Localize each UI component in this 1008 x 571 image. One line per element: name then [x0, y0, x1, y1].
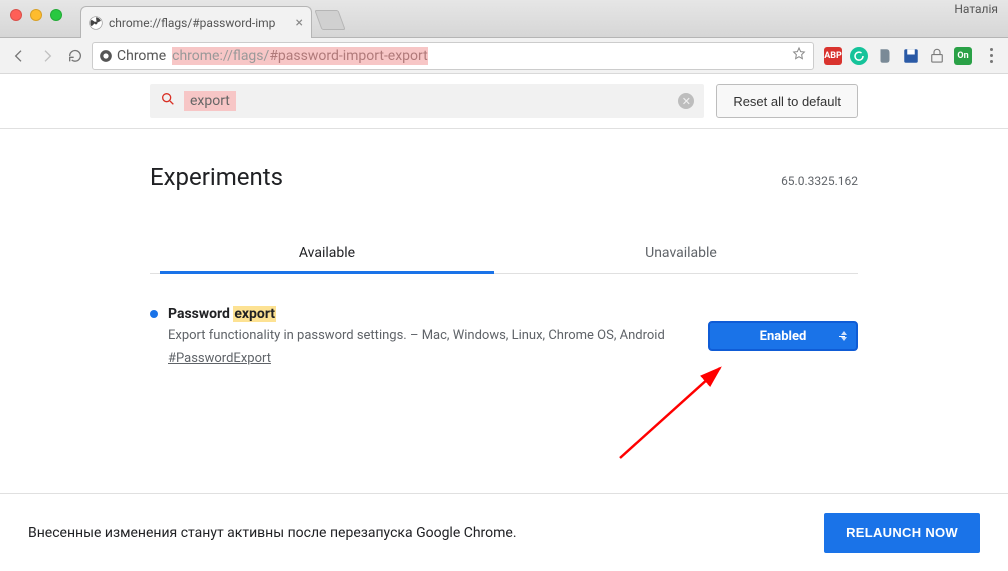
flags-main: Experiments 65.0.3325.162 Available Unav…	[0, 129, 1008, 366]
flag-title-prefix: Password	[168, 306, 233, 322]
search-value: export	[184, 91, 236, 111]
flag-hash-link[interactable]: #PasswordExport	[168, 351, 271, 366]
relaunch-bar: Внесенные изменения станут активны после…	[0, 493, 1008, 571]
radioactive-icon	[89, 16, 103, 30]
url-host: chrome://flags/	[172, 47, 269, 65]
forward-button[interactable]	[36, 45, 58, 67]
flag-title: Password export	[168, 306, 276, 322]
flag-state-value: Enabled	[760, 329, 807, 344]
flags-search-area: export ✕ Reset all to default	[0, 74, 1008, 129]
flags-search-input[interactable]: export ✕	[150, 84, 704, 118]
close-window-button[interactable]	[10, 9, 22, 21]
flag-item: Password export Export functionality in …	[150, 306, 858, 366]
back-button[interactable]	[8, 45, 30, 67]
reset-all-button[interactable]: Reset all to default	[716, 84, 858, 118]
address-bar[interactable]: Chrome chrome://flags/#password-import-e…	[92, 42, 814, 70]
flag-title-highlight: export	[233, 306, 276, 322]
browser-menu-button[interactable]	[982, 48, 1000, 63]
tab-unavailable[interactable]: Unavailable	[504, 233, 858, 273]
close-tab-icon[interactable]: ×	[296, 16, 303, 30]
zoom-window-button[interactable]	[50, 9, 62, 21]
tab-available[interactable]: Available	[150, 233, 504, 273]
reload-button[interactable]	[64, 45, 86, 67]
url-text: chrome://flags/#password-import-export	[172, 48, 428, 64]
search-icon	[160, 91, 176, 111]
flag-modified-dot	[150, 310, 158, 318]
onetab-extension-icon[interactable]: On	[954, 47, 972, 65]
url-hash: #password-import-export	[269, 47, 427, 65]
clear-search-icon[interactable]: ✕	[678, 93, 694, 109]
bookmark-star-icon[interactable]	[791, 46, 807, 66]
chrome-scheme-chip: Chrome	[99, 48, 166, 64]
extension-icons: ABP On	[820, 47, 976, 65]
flag-state-select[interactable]: Enabled	[708, 321, 858, 351]
page-content: export ✕ Reset all to default Experiment…	[0, 74, 1008, 493]
page-heading: Experiments	[150, 163, 283, 191]
browser-toolbar: Chrome chrome://flags/#password-import-e…	[0, 38, 1008, 74]
annotation-arrow	[610, 358, 750, 468]
window-controls	[0, 0, 72, 21]
new-tab-button[interactable]	[314, 10, 345, 30]
select-caret-icon	[841, 331, 847, 341]
lock-extension-icon[interactable]	[928, 47, 946, 65]
evernote-extension-icon[interactable]	[876, 47, 894, 65]
scheme-label: Chrome	[117, 48, 166, 64]
browser-tab[interactable]: chrome://flags/#password-imp ×	[80, 6, 312, 38]
relaunch-button[interactable]: RELAUNCH NOW	[824, 513, 980, 553]
save-extension-icon[interactable]	[902, 47, 920, 65]
relaunch-message: Внесенные изменения станут активны после…	[28, 525, 517, 541]
profile-name[interactable]: Наталія	[954, 2, 998, 16]
grammarly-extension-icon[interactable]	[850, 47, 868, 65]
flag-description: Export functionality in password setting…	[168, 328, 692, 343]
flags-tabs: Available Unavailable	[150, 233, 858, 274]
minimize-window-button[interactable]	[30, 9, 42, 21]
abp-extension-icon[interactable]: ABP	[824, 47, 842, 65]
tab-title: chrome://flags/#password-imp	[109, 16, 290, 30]
chrome-version: 65.0.3325.162	[781, 174, 858, 188]
window-titlebar: chrome://flags/#password-imp × Наталія	[0, 0, 1008, 38]
